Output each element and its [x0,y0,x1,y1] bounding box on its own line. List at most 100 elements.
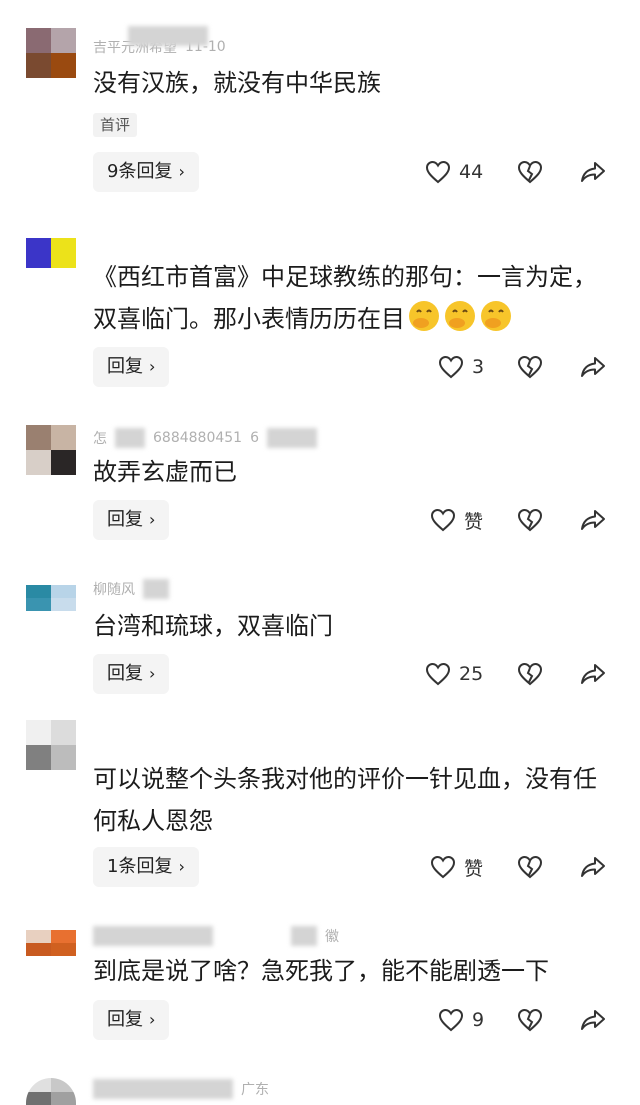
avatar-tile [26,598,51,611]
dislike-button[interactable] [517,152,547,192]
reply-label: 回复 [107,1009,143,1030]
reply-button[interactable]: 回复 › [93,1000,170,1040]
location: 徽 [325,929,339,945]
avatar-tile [51,425,76,450]
reply-button[interactable]: 回复 › [93,500,170,540]
heart-outline-icon [438,355,464,379]
avatar-tile [26,585,51,598]
avatar-tile [26,745,51,770]
avatar[interactable] [26,425,76,475]
broken-heart-icon [517,508,543,532]
face-hand-over-mouth-emoji [409,301,439,331]
heart-outline-icon [430,855,456,879]
avatar[interactable] [26,585,76,611]
like-button[interactable]: 赞 [430,500,483,540]
dislike-button[interactable] [517,500,547,540]
avatar-tile [26,930,51,943]
location: 广东 [241,1082,269,1098]
share-button[interactable] [580,847,610,887]
dislike-button[interactable] [517,347,547,387]
replies-button[interactable]: 9条回复 › [93,152,199,192]
share-button[interactable] [580,654,610,694]
chevron-right-icon: › [178,162,185,181]
avatar[interactable] [26,720,76,770]
avatar[interactable] [26,1078,76,1105]
blurred-name [291,926,317,946]
share-arrow-icon [581,664,605,684]
avatar[interactable] [26,930,76,956]
like-button[interactable]: 9 [438,1000,484,1040]
heart-outline-icon [425,662,451,686]
avatar[interactable] [26,238,76,268]
comment-text: 《西红市首富》中足球教练的那句：一言为定，双喜临门。那小表情历历在目 [93,256,613,340]
avatar-tile [51,28,76,53]
avatar-tile [26,450,51,475]
heart-outline-icon [438,1008,464,1032]
share-button[interactable] [580,500,610,540]
avatar-tile [51,1078,76,1092]
share-arrow-icon [581,510,605,530]
blurred-name [93,1079,233,1099]
reply-label: 回复 [107,509,143,530]
avatar-tile [51,253,76,268]
heart-outline-icon [425,160,451,184]
avatar-tile [26,1091,51,1105]
avatar-tile [51,720,76,745]
avatar-tile [26,253,51,268]
like-button[interactable]: 赞 [430,847,483,887]
broken-heart-icon [517,160,543,184]
blurred-name [115,428,145,448]
share-button[interactable] [580,347,610,387]
heart-outline-icon [430,508,456,532]
blurred-name [128,26,208,46]
avatar-tile [26,1078,51,1092]
comment-meta: 吉平元洲希望 11-10 [93,26,226,58]
reply-button[interactable]: 回复 › [93,654,170,694]
dislike-button[interactable] [517,847,547,887]
avatar-tile [26,28,51,53]
avatar-tile [51,53,76,78]
like-count: 9 [472,1009,485,1031]
dislike-button[interactable] [517,654,547,694]
chevron-right-icon: › [149,1010,156,1029]
dislike-button[interactable] [517,1000,547,1040]
reply-button[interactable]: 回复 › [93,347,170,387]
user-id-suffix: 6 [250,430,259,446]
avatar-tile [51,943,76,956]
avatar-tile [51,585,76,598]
like-count: 3 [472,356,485,378]
like-count: 赞 [464,510,484,533]
share-button[interactable] [580,1000,610,1040]
like-button[interactable]: 44 [425,152,483,192]
comment-meta: 怎 6884880451 6 [93,427,317,449]
avatar-tile [51,930,76,943]
avatar-tile [51,238,76,253]
broken-heart-icon [517,355,543,379]
comment-meta: 徽 [93,925,339,947]
username[interactable]: 怎 [93,428,107,448]
share-arrow-icon [581,162,605,182]
chevron-right-icon: › [178,857,185,876]
avatar-tile [51,745,76,770]
avatar[interactable] [26,28,76,78]
comment-meta: 柳随风 [93,578,169,600]
like-button[interactable]: 3 [438,347,484,387]
blurred-name [267,428,317,448]
username[interactable]: 柳随风 [93,579,135,599]
like-count: 赞 [464,857,484,880]
share-button[interactable] [580,152,610,192]
reply-label: 回复 [107,356,143,377]
face-hand-over-mouth-emoji [481,301,511,331]
replies-button[interactable]: 1条回复 › [93,847,199,887]
avatar-tile [51,450,76,475]
blurred-name [93,926,213,946]
broken-heart-icon [517,855,543,879]
avatar-tile [26,53,51,78]
comment-text: 故弄玄虚而已 [93,458,237,486]
like-button[interactable]: 25 [425,654,483,694]
first-comment-badge: 首评 [93,113,138,137]
blurred-name [143,579,169,599]
avatar-tile [51,1091,76,1105]
chevron-right-icon: › [149,357,156,376]
broken-heart-icon [517,662,543,686]
